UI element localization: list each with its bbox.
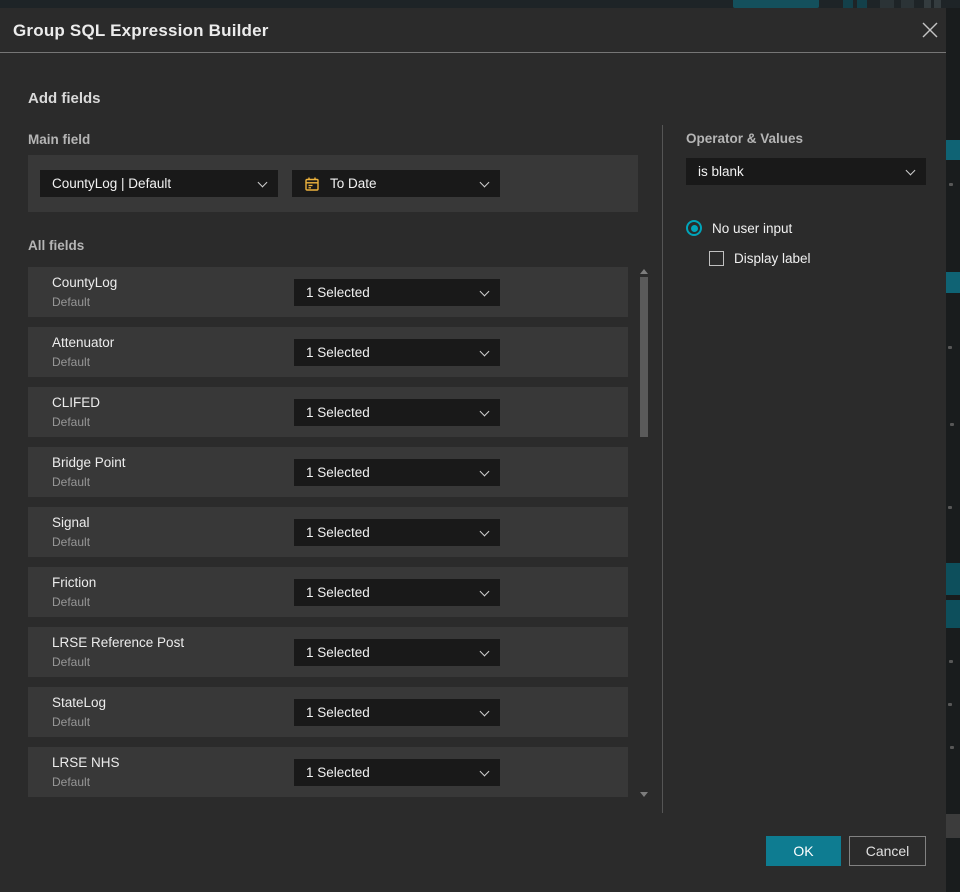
field-row-friction: Friction Default 1 Selected — [28, 567, 628, 617]
app-backdrop-right — [946, 8, 960, 892]
field-selection-dropdown[interactable]: 1 Selected — [294, 399, 500, 426]
field-row-countylog: CountyLog Default 1 Selected — [28, 267, 628, 317]
main-field-panel: CountyLog | Default To Date — [28, 155, 638, 212]
close-icon[interactable] — [920, 20, 940, 40]
backdrop-fragment — [946, 600, 960, 628]
field-row-signal: Signal Default 1 Selected — [28, 507, 628, 557]
operator-select-value: is blank — [698, 164, 744, 179]
backdrop-fragment — [946, 814, 960, 838]
group-sql-expression-builder-dialog: Group SQL Expression Builder Add fields … — [0, 8, 946, 892]
field-name: StateLog — [52, 695, 107, 710]
field-subtitle: Default — [52, 475, 91, 489]
field-selection-dropdown[interactable]: 1 Selected — [294, 639, 500, 666]
field-subtitle: Default — [52, 415, 91, 429]
chevron-down-icon — [479, 406, 490, 417]
scrollbar-up-arrow-icon[interactable] — [640, 269, 648, 274]
live-view-button[interactable]: Live view — [733, 0, 819, 8]
field-row-bridge-point: Bridge Point Default 1 Selected — [28, 447, 628, 497]
chevron-down-icon — [479, 466, 490, 477]
field-selection-dropdown[interactable]: 1 Selected — [294, 579, 500, 606]
field-subtitle: Default — [52, 715, 91, 729]
field-selection-dropdown[interactable]: 1 Selected — [294, 519, 500, 546]
field-subtitle: Default — [52, 655, 91, 669]
main-field-select[interactable]: CountyLog | Default — [40, 170, 278, 197]
radio-icon — [686, 220, 702, 236]
field-name: Signal — [52, 515, 90, 530]
field-type-select-value: To Date — [330, 176, 377, 191]
field-row-lrse-reference-post: LRSE Reference Post Default 1 Selected — [28, 627, 628, 677]
chevron-down-icon — [479, 766, 490, 777]
field-subtitle: Default — [52, 355, 91, 369]
display-label-label: Display label — [734, 251, 811, 266]
field-row-clifed: CLIFED Default 1 Selected — [28, 387, 628, 437]
field-name: Bridge Point — [52, 455, 126, 470]
field-subtitle: Default — [52, 775, 91, 789]
field-name: Attenuator — [52, 335, 115, 350]
chevron-down-icon — [905, 165, 916, 176]
field-name: Friction — [52, 575, 97, 590]
backdrop-fragment — [924, 0, 931, 8]
field-subtitle: Default — [52, 535, 91, 549]
dialog-title: Group SQL Expression Builder — [13, 21, 269, 40]
main-field-label: Main field — [28, 132, 91, 147]
backdrop-fragment — [946, 563, 960, 595]
chevron-down-icon — [479, 346, 490, 357]
backdrop-fragment — [880, 0, 894, 8]
chevron-down-icon — [479, 286, 490, 297]
chevron-down-icon — [257, 177, 268, 188]
display-label-checkbox[interactable]: Display label — [709, 251, 811, 266]
chevron-down-icon — [479, 706, 490, 717]
app-backdrop-top: Live view — [0, 0, 960, 8]
cancel-button[interactable]: Cancel — [849, 836, 926, 866]
field-selection-dropdown[interactable]: 1 Selected — [294, 279, 500, 306]
all-fields-list: CountyLog Default 1 Selected Attenuator … — [28, 267, 628, 807]
operator-values-heading: Operator & Values — [686, 131, 804, 146]
no-user-input-radio[interactable]: No user input — [686, 220, 792, 236]
field-row-lrse-nhs: LRSE NHS Default 1 Selected — [28, 747, 628, 797]
chevron-down-icon — [479, 177, 490, 188]
scrollbar-thumb[interactable] — [640, 277, 648, 437]
field-selection-dropdown[interactable]: 1 Selected — [294, 699, 500, 726]
field-row-statelog: StateLog Default 1 Selected — [28, 687, 628, 737]
field-name: LRSE NHS — [52, 755, 120, 770]
add-fields-heading: Add fields — [28, 90, 101, 107]
all-fields-label: All fields — [28, 238, 85, 253]
field-selection-dropdown[interactable]: 1 Selected — [294, 459, 500, 486]
checkbox-icon — [709, 251, 724, 266]
backdrop-fragment — [857, 0, 867, 8]
field-selection-dropdown[interactable]: 1 Selected — [294, 339, 500, 366]
field-name: LRSE Reference Post — [52, 635, 185, 650]
chevron-down-icon — [479, 646, 490, 657]
backdrop-fragment — [901, 0, 914, 8]
scrollbar-down-arrow-icon[interactable] — [640, 792, 648, 797]
backdrop-fragment — [934, 0, 941, 8]
dialog-header: Group SQL Expression Builder — [0, 8, 946, 53]
vertical-divider — [662, 125, 663, 813]
field-name: CountyLog — [52, 275, 118, 290]
field-name: CLIFED — [52, 395, 101, 410]
chevron-down-icon — [479, 526, 490, 537]
backdrop-fragment — [843, 0, 853, 8]
main-field-select-value: CountyLog | Default — [52, 176, 172, 191]
field-type-select[interactable]: To Date — [292, 170, 500, 197]
backdrop-fragment — [946, 140, 960, 160]
ok-button[interactable]: OK — [766, 836, 841, 866]
chevron-down-icon — [479, 586, 490, 597]
no-user-input-label: No user input — [712, 220, 793, 236]
operator-select[interactable]: is blank — [686, 158, 926, 185]
field-row-attenuator: Attenuator Default 1 Selected — [28, 327, 628, 377]
field-subtitle: Default — [52, 595, 91, 609]
calendar-icon — [305, 177, 319, 191]
field-subtitle: Default — [52, 295, 91, 309]
live-view-label: Live view — [753, 0, 798, 3]
backdrop-fragment — [946, 272, 960, 293]
field-selection-dropdown[interactable]: 1 Selected — [294, 759, 500, 786]
